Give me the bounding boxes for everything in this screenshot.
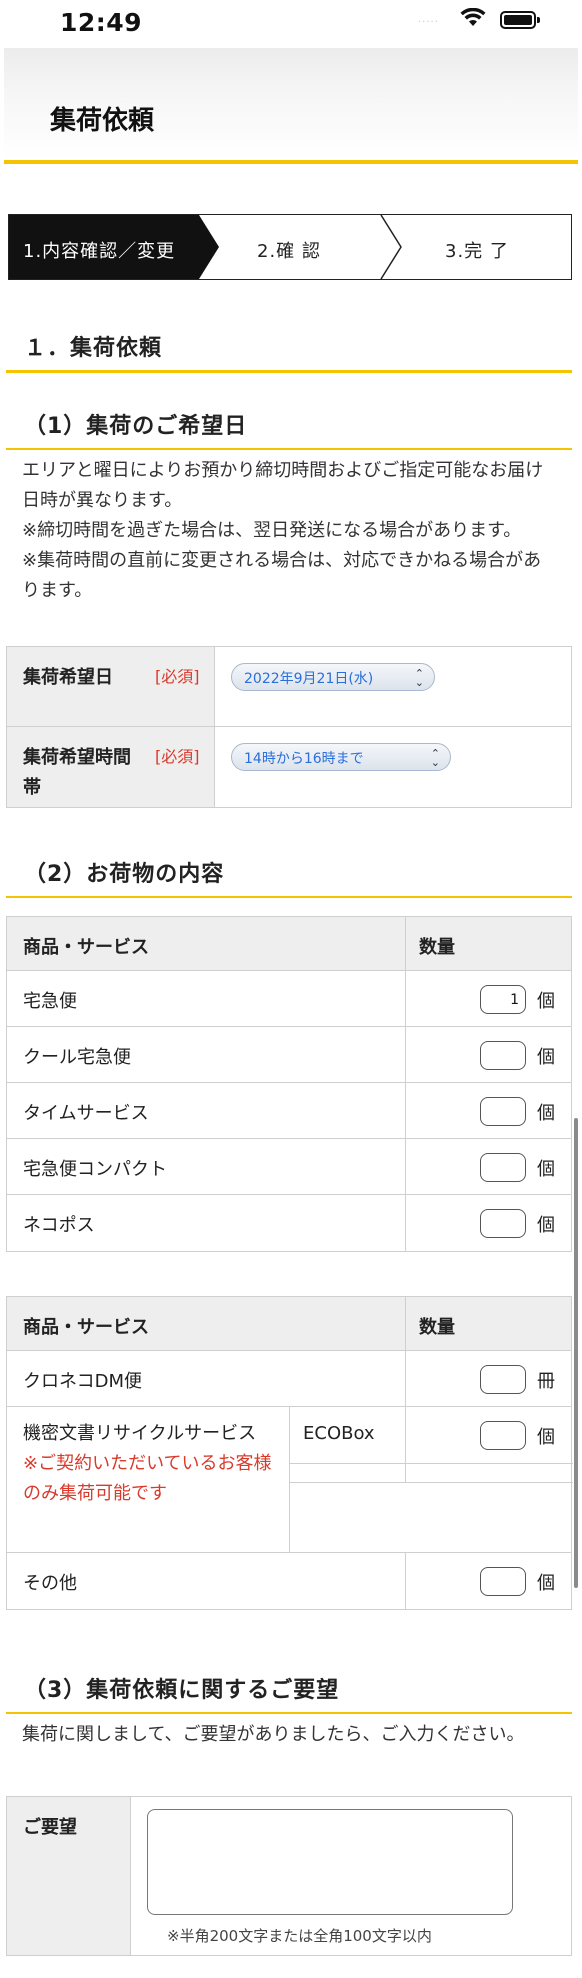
table-row: 宅急便コンパクト 個 — [7, 1139, 571, 1195]
request-textarea[interactable] — [147, 1809, 513, 1915]
wifi-icon — [460, 8, 486, 26]
service-name: クール宅急便 — [23, 1047, 131, 1068]
section-divider — [6, 370, 572, 373]
step-2: 2.確 認 — [257, 241, 321, 262]
subsection-divider — [6, 1712, 572, 1714]
pickup-date-select[interactable]: 2022年9月21日(水) ⌃ ⌄ — [231, 663, 435, 691]
select-arrows-icon: ⌃ ⌄ — [414, 667, 424, 689]
unit-label: 個 — [537, 1215, 555, 1236]
date-section-title: （1）集荷のご希望日 — [24, 414, 248, 439]
header-quantity: 数量 — [419, 1317, 455, 1338]
select-arrows-icon: ⌃ ⌄ — [430, 747, 440, 769]
service-name: その他 — [23, 1573, 77, 1594]
table-row: タイムサービス 個 — [7, 1083, 571, 1139]
table-row: 宅急便 1 個 — [7, 971, 571, 1027]
scrollbar[interactable] — [574, 1118, 578, 1588]
table-row: 機密文書リサイクルサービス ※ご契約いただいているお客様のみ集荷可能です ECO… — [7, 1407, 573, 1553]
table-row: クロネコDM便 冊 — [7, 1351, 571, 1407]
date-section-description: エリアと曜日によりお預かり締切時間およびご指定可能なお届け日時が異なります。 ※… — [22, 460, 544, 601]
status-time: 12:49 — [60, 8, 143, 37]
sub-service-name: ECOBox — [303, 1423, 375, 1444]
quantity-input[interactable] — [480, 1041, 526, 1070]
status-bar: 12:49 ..... — [0, 0, 582, 48]
required-badge: [必須] — [155, 747, 200, 766]
battery-icon — [500, 11, 540, 29]
request-description: 集荷に関しまして、ご要望がありましたら、ご入力ください。 — [22, 1724, 525, 1745]
step-3: 3.完 了 — [445, 241, 509, 262]
request-section-title: （3）集荷依頼に関するご要望 — [24, 1678, 340, 1703]
pickup-date-row: 集荷希望日 [必須] 2022年9月21日(水) ⌃ ⌄ — [7, 647, 571, 727]
package-table-2: 商品・サービス 数量 クロネコDM便 冊 機密文書リサイクルサービス ※ご契約い… — [6, 1296, 573, 1610]
quantity-input[interactable] — [480, 1153, 526, 1182]
unit-label: 個 — [537, 1573, 555, 1594]
header-service: 商品・サービス — [23, 937, 149, 958]
service-name: タイムサービス — [23, 1103, 149, 1124]
progress-steps: 1.内容確認／変更 2.確 認 3.完 了 — [8, 214, 572, 280]
pickup-time-select[interactable]: 14時から16時まで ⌃ ⌄ — [231, 743, 451, 771]
pickup-date-label: 集荷希望日 — [23, 667, 113, 688]
pickup-time-label: 集荷希望時間帯 — [23, 747, 131, 798]
unit-label: 個 — [537, 1047, 555, 1068]
service-name: ネコポス — [23, 1215, 95, 1236]
unit-label: 個 — [537, 1427, 555, 1448]
request-label: ご要望 — [23, 1817, 77, 1838]
pickup-date-value: 2022年9月21日(水) — [244, 671, 374, 687]
contents-section-title: （2）お荷物の内容 — [24, 862, 225, 887]
page-header: 集荷依頼 — [4, 48, 578, 164]
pickup-time-value: 14時から16時まで — [244, 751, 364, 767]
package-table-1: 商品・サービス 数量 宅急便 1 個 クール宅急便 個 タイムサービス 個 宅急… — [6, 916, 572, 1252]
request-table: ご要望 ※半角200文字または全角100文字以内 — [6, 1796, 572, 1956]
service-note: ※ご契約いただいているお客様のみ集荷可能です — [23, 1453, 272, 1504]
unit-label: 個 — [537, 1159, 555, 1180]
service-name: クロネコDM便 — [23, 1371, 143, 1392]
header-quantity: 数量 — [419, 937, 455, 958]
quantity-input[interactable]: 1 — [480, 985, 526, 1014]
quantity-input[interactable] — [480, 1567, 526, 1596]
table-header: 商品・サービス 数量 — [7, 917, 571, 971]
quantity-input[interactable] — [480, 1209, 526, 1238]
quantity-input[interactable] — [480, 1097, 526, 1126]
request-hint: ※半角200文字または全角100文字以内 — [167, 1927, 432, 1945]
page-title: 集荷依頼 — [50, 106, 155, 136]
pickup-schedule-table: 集荷希望日 [必須] 2022年9月21日(水) ⌃ ⌄ 集荷希望時間帯 [必須]… — [6, 646, 572, 808]
subsection-divider — [6, 896, 572, 898]
step-1: 1.内容確認／変更 — [23, 241, 176, 262]
unit-label: 冊 — [537, 1371, 555, 1392]
cellular-signal-icon: ..... — [418, 14, 439, 25]
service-name: 宅急便コンパクト — [23, 1159, 167, 1180]
subsection-divider — [6, 448, 572, 450]
unit-label: 個 — [537, 991, 555, 1012]
service-name: 機密文書リサイクルサービス — [23, 1423, 257, 1444]
pickup-time-row: 集荷希望時間帯 [必須] 14時から16時まで ⌃ ⌄ — [7, 727, 571, 807]
unit-label: 個 — [537, 1103, 555, 1124]
quantity-input[interactable] — [480, 1365, 526, 1394]
required-badge: [必須] — [155, 667, 200, 686]
service-name: 宅急便 — [23, 991, 77, 1012]
header-service: 商品・サービス — [23, 1317, 149, 1338]
table-row: その他 個 — [7, 1553, 571, 1609]
table-row: ネコポス 個 — [7, 1195, 571, 1251]
table-row: クール宅急便 個 — [7, 1027, 571, 1083]
quantity-input[interactable] — [480, 1421, 526, 1450]
section-title: １．集荷依頼 — [24, 336, 163, 361]
table-header: 商品・サービス 数量 — [7, 1297, 571, 1351]
